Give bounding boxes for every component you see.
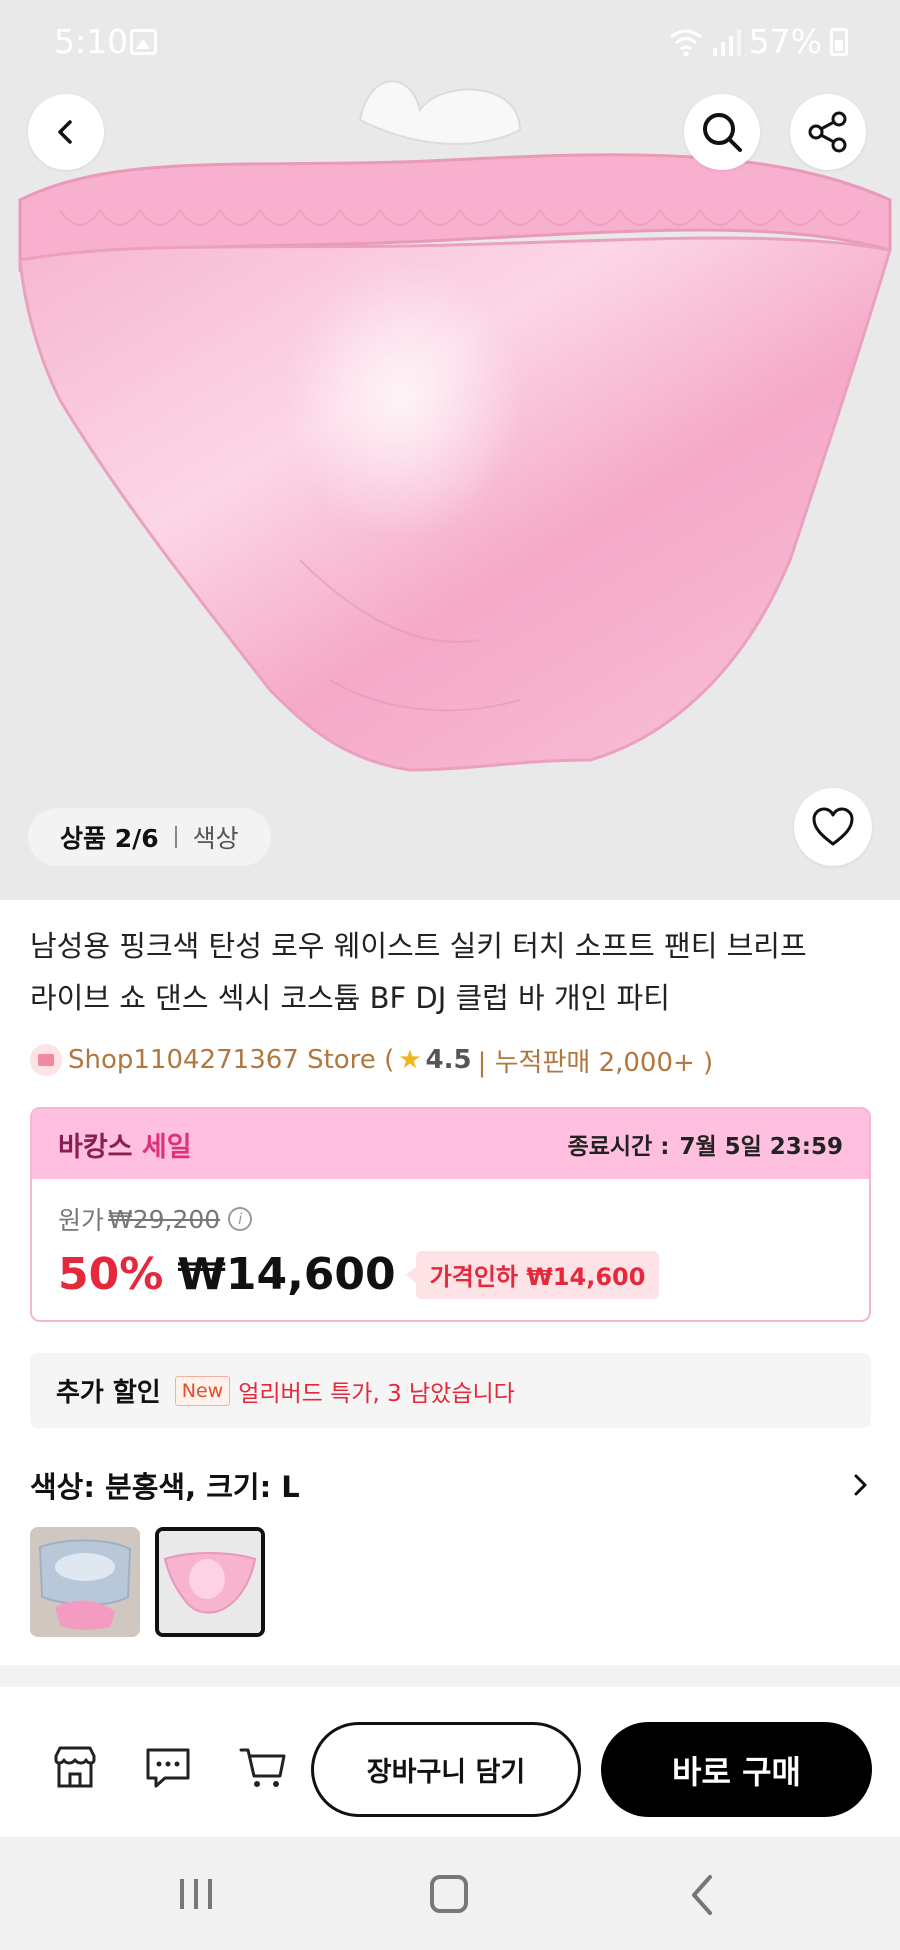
store-icon[interactable] xyxy=(50,1742,100,1792)
extra-discount-label: 추가 할인 xyxy=(56,1378,161,1408)
store-name: Shop1104271367 Store ( xyxy=(68,1045,395,1075)
system-navigation-bar xyxy=(0,1837,900,1950)
counter-divider xyxy=(174,826,177,848)
original-price-label: 원가 xyxy=(58,1206,105,1235)
search-button[interactable] xyxy=(684,94,760,170)
gallery-notification-icon xyxy=(130,29,157,55)
store-logo-icon xyxy=(30,1044,62,1076)
image-counter-number: 상품 2/6 xyxy=(60,824,159,853)
price-row: 50% ₩14,600 가격인하 ₩14,600 xyxy=(58,1249,660,1300)
original-price-row: 원가 ₩29,200 i xyxy=(58,1201,253,1237)
sale-title-main: 바캉스 xyxy=(58,1131,142,1163)
option-selector[interactable]: 색상: 분홍색, 크기: L xyxy=(30,1465,871,1505)
store-rating: 4.5 xyxy=(425,1045,472,1075)
status-time: 5:10 xyxy=(54,22,129,61)
bottom-action-bar: 장바구니 담기 바로 구매 xyxy=(0,1687,900,1837)
signal-icon xyxy=(712,29,741,56)
system-back-icon[interactable] xyxy=(686,1873,720,1917)
status-bar: 5:10 57% xyxy=(0,0,900,86)
cart-icon[interactable] xyxy=(238,1742,288,1792)
sale-end-time: 종료시간 : 7월 5일 23:59 xyxy=(568,1127,843,1161)
add-to-cart-button[interactable]: 장바구니 담기 xyxy=(311,1722,581,1817)
sale-title-accent: 세일 xyxy=(141,1131,192,1163)
share-button[interactable] xyxy=(790,94,866,170)
home-icon[interactable] xyxy=(430,1875,468,1913)
product-title: 남성용 핑크색 탄성 로우 웨이스트 실키 터치 소프트 팬티 브리프 라이브 … xyxy=(30,920,880,1024)
store-sales-count: | 누적판매 2,000+ ) xyxy=(477,1047,714,1078)
final-price: ₩14,600 xyxy=(177,1249,396,1300)
sale-end-label: 종료시간 : xyxy=(567,1134,670,1160)
wishlist-button[interactable] xyxy=(794,788,872,866)
battery-percent: 57% xyxy=(748,22,822,61)
product-title-line-2: 라이브 쇼 댄스 섹시 코스튬 BF DJ 클럽 바 개인 파티 xyxy=(30,981,670,1015)
share-icon xyxy=(808,111,847,153)
buy-now-button[interactable]: 바로 구매 xyxy=(601,1722,872,1817)
extra-discount-text: 얼리버드 특가, 3 남았습니다 xyxy=(238,1380,515,1407)
extra-discount-row[interactable]: 추가 할인 New 얼리버드 특가, 3 남았습니다 xyxy=(30,1353,871,1428)
sale-end-value: 7월 5일 23:59 xyxy=(679,1134,843,1160)
variant-thumbnail-blue[interactable] xyxy=(30,1527,140,1637)
product-title-line-1: 남성용 핑크색 탄성 로우 웨이스트 실키 터치 소프트 팬티 브리프 xyxy=(30,929,807,963)
recents-icon[interactable] xyxy=(176,1877,216,1911)
chevron-right-icon xyxy=(854,1474,867,1496)
image-counter: 상품 2/6 색상 xyxy=(28,808,271,866)
sale-header: 바캉스 세일 종료시간 : 7월 5일 23:59 xyxy=(32,1109,869,1179)
heart-icon xyxy=(812,807,854,846)
sale-price-box: 바캉스 세일 종료시간 : 7월 5일 23:59 원가 ₩29,200 i 50… xyxy=(30,1107,871,1322)
price-drop-badge: 가격인하 ₩14,600 xyxy=(405,1250,660,1299)
image-counter-label: 색상 xyxy=(192,824,239,853)
variant-thumbnail-pink[interactable] xyxy=(155,1527,265,1637)
variant-thumbnail-blue-image xyxy=(30,1527,140,1637)
section-divider xyxy=(0,1665,900,1687)
new-badge: New xyxy=(174,1375,231,1406)
search-icon xyxy=(703,113,742,152)
back-arrow-icon xyxy=(58,120,72,144)
store-link[interactable]: Shop1104271367 Store ( ★ 4.5 | 누적판매 2,00… xyxy=(30,1040,713,1080)
info-icon[interactable]: i xyxy=(228,1207,253,1231)
chat-icon[interactable] xyxy=(143,1742,193,1792)
sale-title: 바캉스 세일 xyxy=(58,1125,192,1164)
product-photo xyxy=(18,80,892,772)
back-button[interactable] xyxy=(28,94,104,170)
original-price: ₩29,200 xyxy=(108,1204,221,1234)
discount-percent: 50% xyxy=(58,1249,164,1300)
wifi-icon xyxy=(669,29,702,56)
selected-option: 색상: 분홍색, 크기: L xyxy=(30,1470,300,1504)
battery-icon xyxy=(830,27,848,56)
variant-thumbnail-pink-image xyxy=(159,1531,261,1633)
star-icon: ★ xyxy=(398,1045,422,1075)
product-image-gallery[interactable]: 5:10 57% 상품 2/6 색상 xyxy=(0,0,900,900)
